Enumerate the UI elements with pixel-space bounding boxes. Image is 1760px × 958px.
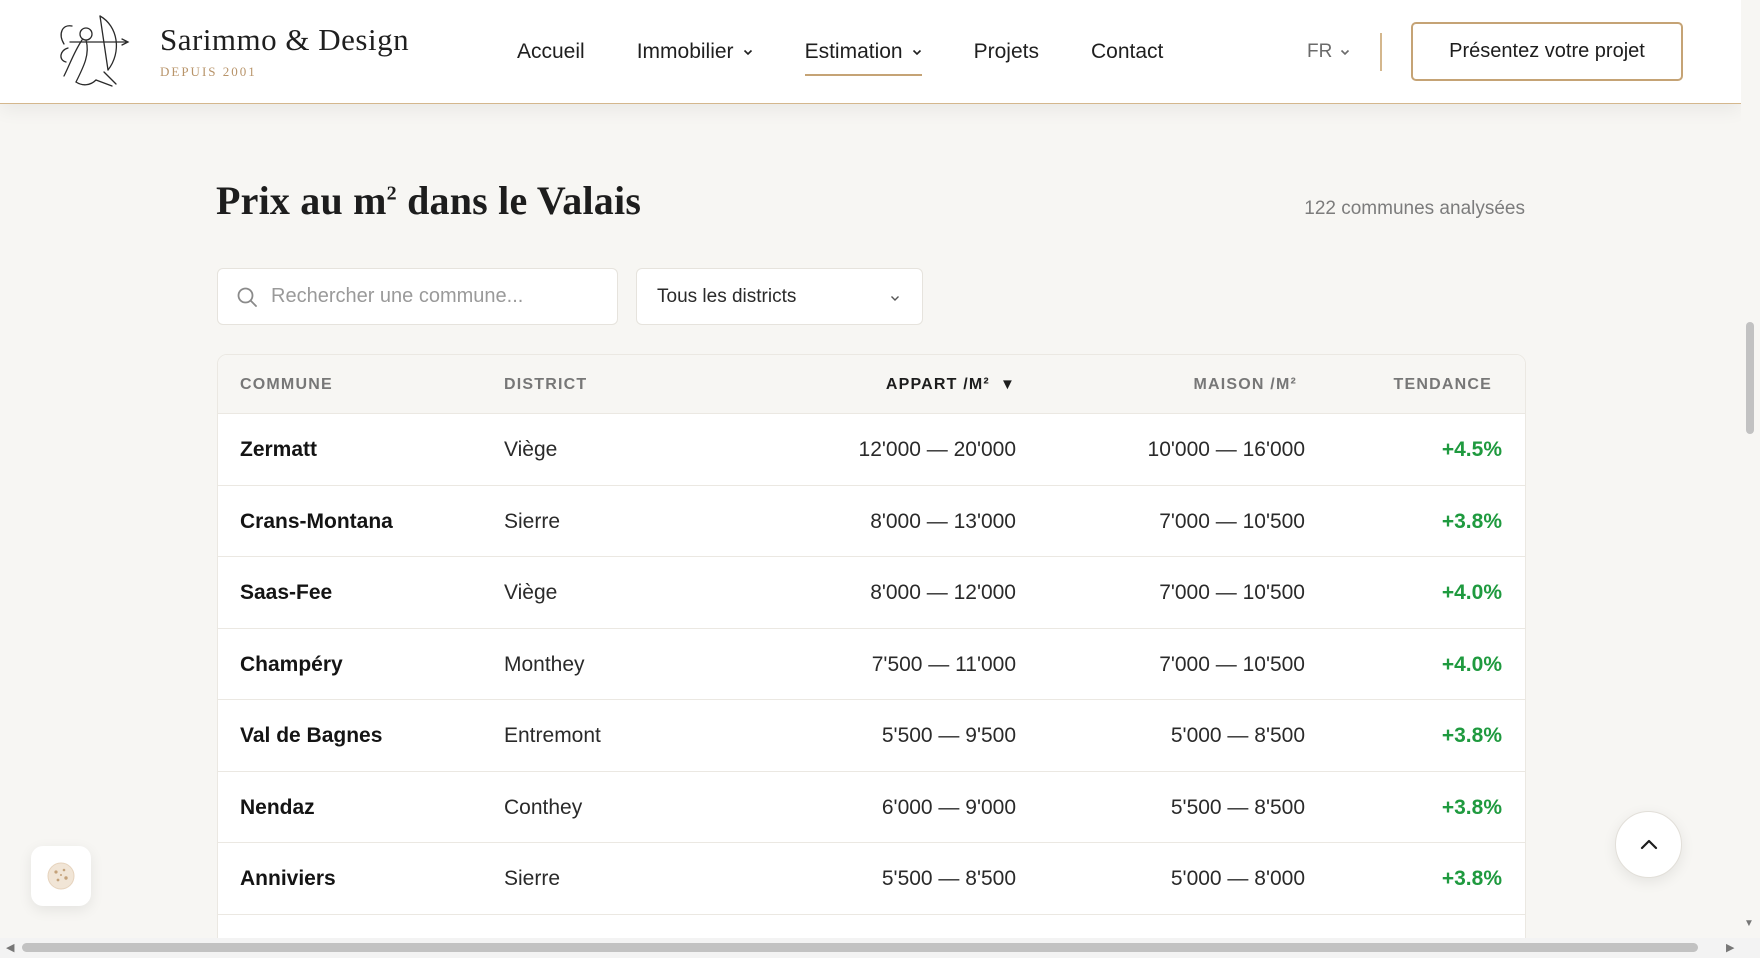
scroll-right-arrow-icon[interactable]: ▶: [1726, 941, 1734, 954]
archer-cupid-icon: [60, 15, 130, 87]
scroll-left-arrow-icon[interactable]: ◀: [6, 941, 14, 954]
title-superscript: 2: [386, 182, 397, 205]
cell-tendance: +3.8%: [1441, 724, 1502, 747]
table-row[interactable]: Val de Bagnes Entremont 5'500 — 9'500 5'…: [218, 700, 1525, 772]
vertical-scrollbar-thumb[interactable]: [1746, 322, 1754, 434]
horizontal-scrollbar-thumb[interactable]: [22, 943, 1698, 952]
chevron-down-icon: [1341, 49, 1350, 56]
cell-commune: Saas-Fee: [240, 581, 333, 604]
table-row[interactable]: Champéry Monthey 7'500 — 11'000 7'000 — …: [218, 629, 1525, 700]
search-input[interactable]: [271, 285, 601, 308]
nav-item-projets[interactable]: Projets: [974, 0, 1039, 104]
cell-tendance: +4.5%: [1441, 438, 1502, 461]
vertical-scrollbar[interactable]: [1741, 0, 1760, 938]
cell-tendance: +3.8%: [1441, 795, 1502, 819]
title-suffix: dans le Valais: [396, 178, 642, 223]
cell-district: Viège: [504, 581, 558, 604]
cell-commune: Zermatt: [240, 438, 318, 461]
cell-maison: 10'000 — 16'000: [1147, 438, 1305, 461]
nav-label: Projets: [973, 40, 1039, 63]
cell-commune: Val de Bagnes: [240, 724, 383, 747]
cell-commune: Champéry: [240, 652, 343, 676]
column-header-district[interactable]: DISTRICT: [504, 376, 587, 394]
nav-label: Contact: [1090, 40, 1164, 63]
table-row[interactable]: Anniviers Sierre 5'500 — 8'500 5'000 — 8…: [218, 843, 1525, 915]
cell-appart: 5'500 — 8'500: [881, 867, 1016, 890]
brand-logo[interactable]: Sarimmo & Design DEPUIS 2001: [56, 12, 409, 90]
table-row[interactable]: Zermatt Viège 12'000 — 20'000 10'000 — 1…: [218, 414, 1525, 486]
cell-district: Sierre: [504, 509, 561, 533]
search-icon: [237, 287, 257, 307]
brand-name: Sarimmo & Design: [160, 22, 410, 57]
nav-label: Accueil: [517, 40, 585, 63]
cell-maison: 7'000 — 10'500: [1159, 581, 1305, 604]
search-box[interactable]: [217, 268, 618, 325]
site-header: Sarimmo & Design DEPUIS 2001 Accueil Imm…: [0, 0, 1741, 104]
cell-appart: 5'500 — 9'500: [881, 724, 1016, 747]
chevron-down-icon: [743, 49, 752, 56]
cell-tendance: +3.8%: [1441, 509, 1502, 533]
cell-tendance: +4.0%: [1441, 581, 1502, 604]
cell-district: Monthey: [504, 652, 585, 676]
cell-appart: 7'500 — 11'000: [871, 652, 1016, 676]
cell-maison: 5'000 — 8'000: [1170, 867, 1305, 890]
cell-appart: 8'000 — 12'000: [870, 581, 1016, 604]
cell-maison: 7'000 — 10'500: [1159, 652, 1305, 676]
table-row[interactable]: Nendaz Conthey 6'000 — 9'000 5'500 — 8'5…: [218, 772, 1525, 843]
cell-maison: 5'500 — 8'500: [1170, 795, 1305, 819]
cell-tendance: +4.0%: [1441, 652, 1502, 676]
page-title: Prix au m2 dans le Valais: [216, 177, 641, 224]
cell-maison: 7'000 — 10'500: [1159, 509, 1305, 533]
district-select-value: Tous les districts: [657, 285, 797, 307]
column-header-appart[interactable]: APPART /M² ▼: [886, 376, 1016, 394]
cell-district: Sierre: [504, 867, 561, 890]
cell-commune: Crans-Montana: [240, 509, 393, 533]
cell-appart: 12'000 — 20'000: [858, 438, 1016, 461]
nav-item-contact[interactable]: Contact: [1091, 0, 1163, 104]
cookie-settings-button[interactable]: [31, 846, 91, 906]
column-header-appart-label: APPART /M²: [885, 376, 990, 393]
cell-commune: Anniviers: [240, 867, 336, 890]
present-project-button[interactable]: Présentez votre projet: [1411, 22, 1683, 81]
nav-label: Estimation: [804, 40, 903, 63]
header-divider: [1380, 33, 1382, 71]
back-to-top-button[interactable]: [1615, 811, 1682, 878]
nav-label: Immobilier: [636, 40, 734, 63]
cell-appart: 6'000 — 9'000: [881, 795, 1016, 819]
sort-desc-icon: ▼: [999, 376, 1016, 393]
cell-tendance: +3.8%: [1441, 867, 1502, 890]
nav-item-accueil[interactable]: Accueil: [517, 0, 585, 104]
column-header-maison[interactable]: MAISON /M²: [1193, 376, 1297, 394]
chevron-down-icon: [912, 49, 921, 56]
table-header: COMMUNE DISTRICT APPART /M² ▼ MAISON /M² …: [218, 355, 1525, 414]
table-row[interactable]: Saas-Fee Viège 8'000 — 12'000 7'000 — 10…: [218, 557, 1525, 629]
chevron-down-icon: [891, 296, 899, 301]
cell-district: Entremont: [504, 724, 601, 747]
table-row[interactable]: Crans-Montana Sierre 8'000 — 13'000 7'00…: [218, 486, 1525, 557]
language-label: FR: [1307, 41, 1333, 62]
column-header-commune[interactable]: COMMUNE: [240, 376, 333, 394]
nav-item-immobilier[interactable]: Immobilier: [637, 0, 753, 104]
cell-district: Conthey: [504, 795, 583, 819]
scroll-down-arrow-icon[interactable]: ▼: [1744, 918, 1754, 929]
cell-commune: Nendaz: [240, 795, 315, 819]
cell-district: Viège: [504, 438, 558, 461]
main-nav: Accueil Immobilier Estimation Projets Co…: [517, 0, 1215, 104]
cell-appart: 8'000 — 13'000: [870, 509, 1016, 533]
column-header-tendance[interactable]: TENDANCE: [1394, 376, 1493, 394]
cookie-icon: [47, 862, 75, 890]
brand-tagline: DEPUIS 2001: [160, 64, 257, 79]
language-selector[interactable]: FR: [1307, 0, 1350, 104]
cell-maison: 5'000 — 8'500: [1170, 724, 1305, 747]
nav-item-estimation[interactable]: Estimation: [804, 0, 922, 104]
prices-table: COMMUNE DISTRICT APPART /M² ▼ MAISON /M² …: [217, 354, 1526, 958]
communes-count: 122 communes analysées: [1304, 198, 1525, 219]
title-prefix: Prix au m: [216, 178, 387, 223]
chevron-up-icon: [1640, 839, 1657, 849]
district-select[interactable]: Tous les districts: [636, 268, 923, 325]
